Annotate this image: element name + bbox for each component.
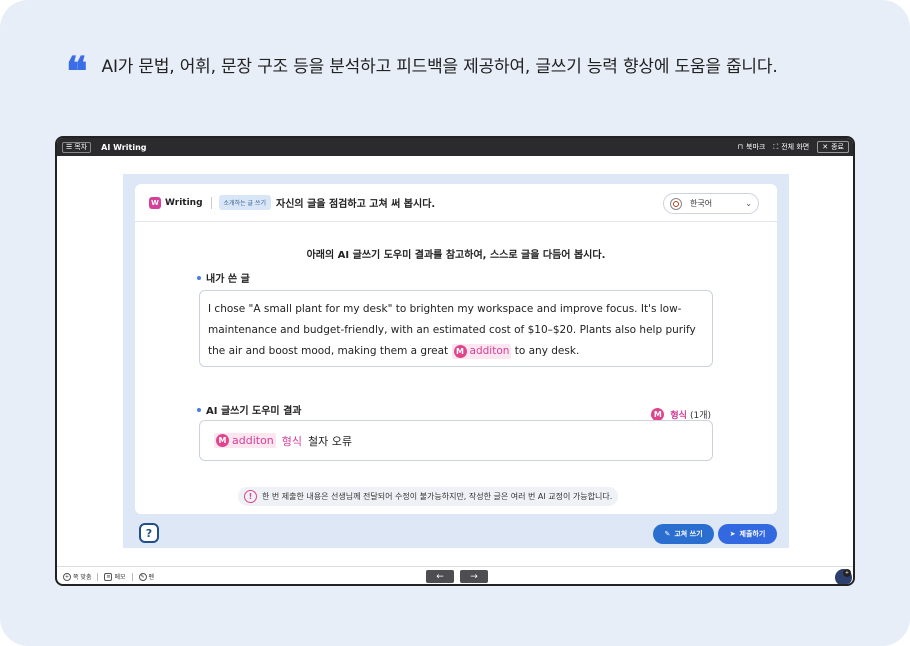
exit-label: 종료	[831, 143, 844, 151]
result-description: 철자 오류	[308, 434, 353, 448]
bottom-bar: + 쪽 맞춤 ≡ 메모 ✎ 펜 ← → +	[57, 566, 853, 584]
language-value: 한국어	[690, 199, 713, 208]
avatar[interactable]: +	[834, 568, 853, 584]
send-icon: ➤	[729, 530, 736, 538]
fit-icon: +	[63, 572, 71, 581]
exit-button[interactable]: ✕ 종료	[817, 141, 849, 153]
error-badge-icon: M	[453, 345, 467, 358]
pencil-icon: ✎	[664, 530, 671, 538]
divider	[97, 572, 99, 581]
ai-result-label: AI 글쓰기 도우미 결과	[197, 402, 302, 417]
korea-flag-icon	[670, 197, 682, 210]
pen-label: 펜	[148, 574, 155, 581]
fullscreen-icon: ⛶	[773, 142, 779, 151]
list-icon: ☰	[66, 143, 73, 151]
close-icon: ✕	[822, 143, 829, 151]
chevron-down-icon: ⌄	[745, 199, 752, 208]
ai-result-box: Madditon 형식 철자 오류	[199, 420, 713, 461]
my-writing-label: 내가 쓴 글	[197, 270, 250, 285]
quote-icon: ❝	[66, 48, 88, 95]
headline-text: AI가 문법, 어휘, 문장 구조 등을 분석하고 피드백을 제공하여, 글쓰기…	[101, 56, 778, 77]
submit-label: 제출하기	[739, 530, 766, 538]
my-writing-label-text: 내가 쓴 글	[206, 274, 250, 285]
app-title: AI Writing	[101, 142, 147, 152]
avatar-badge-icon: +	[843, 569, 851, 577]
prev-page-button[interactable]: ←	[426, 570, 454, 583]
fit-page-button[interactable]: + 쪽 맞춤	[63, 572, 91, 581]
result-word: additon	[232, 434, 274, 447]
next-page-button[interactable]: →	[460, 570, 488, 583]
fullscreen-button[interactable]: ⛶ 전체 화면	[773, 142, 809, 152]
top-bar: ☰ 목차 AI Writing ⊓ 북마크 ⛶ 전체 화면 ✕ 종료	[57, 138, 853, 156]
memo-icon: ≡	[104, 572, 113, 581]
instruction-text: 아래의 AI 글쓰기 도우미 결과를 참고하여, 스스로 글을 다듬어 봅시다.	[306, 250, 606, 261]
bookmark-icon: ⊓	[737, 143, 743, 151]
help-button[interactable]: ?	[139, 523, 159, 543]
essay-text-after: to any desk.	[511, 345, 580, 357]
notice-text: 한 번 제출한 내용은 선생님께 전달되어 수정이 불가능하지만, 작성한 글은…	[262, 492, 613, 501]
error-highlight[interactable]: Madditon	[451, 344, 512, 359]
rewrite-button[interactable]: ✎ 고쳐 쓰기	[653, 524, 714, 544]
error-word: additon	[469, 345, 510, 357]
ai-result-label-text: AI 글쓰기 도우미 결과	[206, 406, 302, 417]
toc-label: 목차	[74, 143, 88, 151]
fit-label: 쪽 맞춤	[73, 574, 92, 581]
bullet-dot	[197, 275, 201, 280]
warning-icon: !	[244, 490, 257, 503]
bookmark-label: 북마크	[746, 143, 766, 151]
writing-logo-icon: W	[149, 196, 161, 209]
pen-button[interactable]: ✎ 펜	[138, 572, 155, 581]
pen-icon: ✎	[138, 572, 147, 581]
brand-label: Writing	[165, 197, 203, 208]
submit-button[interactable]: ➤ 제출하기	[718, 524, 777, 544]
result-item-word-highlight[interactable]: Madditon	[214, 433, 276, 448]
app-window: ☰ 목차 AI Writing ⊓ 북마크 ⛶ 전체 화면 ✕ 종료 W Wri…	[55, 136, 855, 586]
category-tag: 소개하는 글 쓰기	[218, 195, 271, 210]
writing-brand: W Writing	[149, 196, 212, 209]
panel-header: W Writing 소개하는 글 쓰기 자신의 글을 점검하고 고쳐 써 봅시다…	[135, 184, 777, 222]
notice-banner: ! 한 번 제출한 내용은 선생님께 전달되어 수정이 불가능하지만, 작성한 …	[238, 487, 619, 506]
result-type: 형식	[281, 434, 303, 448]
bookmark-button[interactable]: ⊓ 북마크	[738, 142, 766, 152]
divider	[131, 572, 133, 581]
writing-panel: W Writing 소개하는 글 쓰기 자신의 글을 점검하고 고쳐 써 봅시다…	[135, 184, 777, 514]
rewrite-label: 고쳐 쓰기	[674, 530, 703, 538]
bullet-dot	[197, 407, 201, 412]
headline: ❝ AI가 문법, 어휘, 문장 구조 등을 분석하고 피드백을 제공하여, 글…	[66, 48, 778, 95]
language-select[interactable]: 한국어 ⌄	[663, 193, 759, 214]
essay-text-box: I chose "A small plant for my desk" to b…	[199, 290, 713, 367]
fullscreen-label: 전체 화면	[781, 143, 810, 151]
memo-button[interactable]: ≡ 메모	[104, 572, 126, 581]
memo-label: 메모	[114, 574, 126, 581]
panel-title: 자신의 글을 점검하고 고쳐 써 봅시다.	[276, 199, 436, 210]
content-stage: W Writing 소개하는 글 쓰기 자신의 글을 점검하고 고쳐 써 봅시다…	[123, 174, 789, 548]
result-badge-icon: M	[216, 434, 229, 447]
toc-button[interactable]: ☰ 목차	[62, 141, 92, 153]
